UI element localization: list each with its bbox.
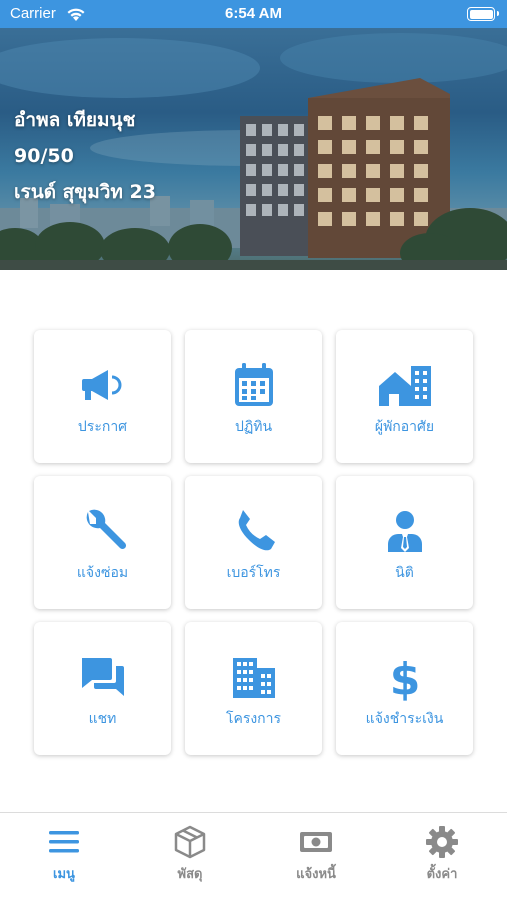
menu-juristic[interactable]: นิติ <box>336 476 473 609</box>
clock: 6:54 AM <box>225 5 282 22</box>
menu-calendar[interactable]: ปฏิทิน <box>185 330 322 463</box>
tab-menu-label: เมนู <box>53 867 75 882</box>
tab-invoice[interactable]: แจ้งหนี้ <box>266 825 366 885</box>
person-icon <box>387 511 422 552</box>
menu-residents[interactable]: ผู้พักอาศัย <box>336 330 473 463</box>
menu-chat[interactable]: แชท <box>34 622 171 755</box>
menu-payment-label: แจ้งชำระเงิน <box>365 711 444 727</box>
wrench-icon <box>86 509 126 550</box>
menu-icon <box>49 831 79 853</box>
megaphone-icon <box>81 370 121 400</box>
residence-icon <box>378 366 431 406</box>
project-name: เรนด์ สุขุมวิท 23 <box>14 181 156 203</box>
tab-parcel-label: พัสดุ <box>177 867 203 882</box>
gear-icon <box>426 826 458 858</box>
resident-info: อำพล เทียมนุช 90/50 เรนด์ สุขุมวิท 23 <box>14 102 156 210</box>
menu-project-label: โครงการ <box>225 711 282 727</box>
menu-announcement-label: ประกาศ <box>77 419 128 435</box>
bill-icon <box>300 832 332 852</box>
building-icon <box>232 658 275 698</box>
menu-repair[interactable]: แจ้งซ่อม <box>34 476 171 609</box>
hero-banner: อำพล เทียมนุช 90/50 เรนด์ สุขุมวิท 23 <box>0 28 507 270</box>
menu-calendar-label: ปฏิทิน <box>234 419 273 435</box>
tab-menu[interactable]: เมนู <box>14 825 114 885</box>
menu-residents-label: ผู้พักอาศัย <box>374 419 435 435</box>
battery-icon <box>467 7 499 21</box>
svg-text:$: $ <box>389 654 420 702</box>
box-icon <box>174 825 206 859</box>
phone-icon <box>238 510 275 551</box>
status-bar: Carrier 6:54 AM <box>0 0 507 28</box>
tab-bar: เมนู พัสดุ แจ้งหนี้ ตั้งค่า <box>0 812 507 900</box>
dollar-icon: $ <box>389 654 420 702</box>
tab-settings-label: ตั้งค่า <box>426 867 458 882</box>
tab-parcel[interactable]: พัสดุ <box>140 825 240 885</box>
calendar-icon <box>234 363 273 406</box>
menu-project[interactable]: โครงการ <box>185 622 322 755</box>
menu-payment[interactable]: $ แจ้งชำระเงิน <box>336 622 473 755</box>
menu-announcement[interactable]: ประกาศ <box>34 330 171 463</box>
menu-phone[interactable]: เบอร์โทร <box>185 476 322 609</box>
menu-repair-label: แจ้งซ่อม <box>76 565 129 581</box>
menu-chat-label: แชท <box>88 711 117 727</box>
resident-name: อำพล เทียมนุช <box>14 109 136 131</box>
tab-settings[interactable]: ตั้งค่า <box>392 825 492 885</box>
chat-icon <box>81 658 124 696</box>
room-number: 90/50 <box>14 145 74 167</box>
menu-juristic-label: นิติ <box>395 565 414 581</box>
menu-phone-label: เบอร์โทร <box>226 565 281 581</box>
tab-invoice-label: แจ้งหนี้ <box>296 867 336 882</box>
